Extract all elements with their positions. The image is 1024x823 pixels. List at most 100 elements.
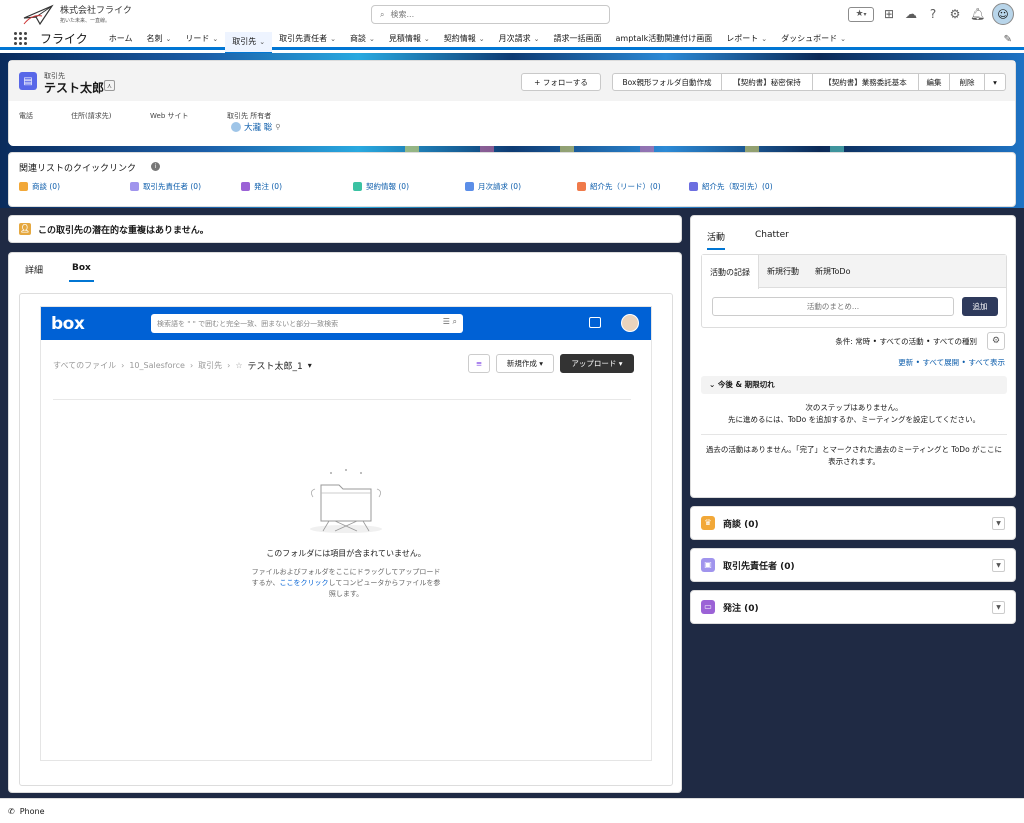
chevron-down-icon[interactable]: ▼ — [992, 601, 1005, 614]
app-launcher-icon[interactable] — [14, 31, 28, 46]
chevron-down-icon[interactable]: ⌄ — [166, 35, 172, 43]
quick-link-6[interactable]: 紹介先（取引先）(0) — [689, 181, 773, 192]
sidebar-toggle-icon[interactable] — [589, 317, 601, 328]
global-header: 株式会社フライク 拓いた未来、一直線。 ⌕ 検索... ★ ▾ ⊞ ☁ ? ⚙ 🔔… — [0, 0, 1024, 30]
new-button[interactable]: 新規作成 ▾ — [496, 354, 554, 373]
chevron-down-icon[interactable]: ⌄ — [840, 35, 846, 43]
tab-new-todo[interactable]: 新規ToDo — [807, 255, 858, 288]
box-search-placeholder: 検索語を " " で囲むと完全一致、囲まないと部分一致検索 — [157, 319, 339, 328]
plus-icon[interactable]: ⊞ — [882, 7, 896, 21]
quick-links-title: 関連リストのクイックリンク — [19, 164, 137, 174]
more-actions-button[interactable]: ▾ — [984, 73, 1006, 91]
chevron-down-icon[interactable]: ⌄ — [761, 35, 767, 43]
quick-link-4[interactable]: 月次請求 (0) — [465, 181, 521, 192]
favorites-button[interactable]: ★ ▾ — [848, 6, 874, 22]
follow-button[interactable]: + フォローする — [521, 73, 601, 91]
phone-utility-label[interactable]: Phone — [20, 807, 45, 816]
chevron-down-icon[interactable]: ⌄ — [369, 35, 375, 43]
nav-item-11[interactable]: レポート ⌄ — [719, 29, 774, 49]
tab-activity[interactable]: 活動 — [707, 230, 726, 250]
owner-field-label: 取引先 所有者 — [227, 112, 272, 120]
edit-nav-icon[interactable]: ✎ — [1004, 34, 1012, 45]
nav-item-1[interactable]: 名刺 ⌄ — [140, 29, 179, 49]
search-icon[interactable]: ☰ ⌕ — [443, 317, 457, 327]
box-search-input[interactable]: 検索語を " " で囲むと完全一致、囲まないと部分一致検索 ☰ ⌕ — [151, 314, 463, 333]
no-next-steps: 次のステップはありません。 先に進めるには、ToDo を追加するか、ミーティングを… — [701, 402, 1007, 426]
chevron-down-icon[interactable]: ⌄ — [424, 35, 430, 43]
related-object-icon — [19, 182, 28, 191]
chevron-down-icon[interactable]: ▼ — [992, 517, 1005, 530]
quick-link-label: 月次請求 (0) — [478, 182, 522, 191]
edit-button[interactable]: 編集 — [918, 73, 950, 91]
company-logo[interactable]: 株式会社フライク 拓いた未来、一直線。 — [22, 4, 132, 26]
chevron-down-icon[interactable]: ⌄ — [534, 35, 540, 43]
filter-gear-icon[interactable]: ⚙ — [987, 332, 1005, 350]
hierarchy-icon[interactable]: ⋏ — [104, 80, 115, 91]
nav-item-2[interactable]: リード ⌄ — [178, 29, 225, 49]
related-title[interactable]: 発注 (0) — [723, 601, 759, 614]
nav-item-5[interactable]: 商談 ⌄ — [343, 29, 382, 49]
nav-item-6[interactable]: 見積情報 ⌄ — [382, 29, 437, 49]
new-label: 新規作成 — [506, 359, 537, 368]
nav-item-7[interactable]: 契約情報 ⌄ — [437, 29, 492, 49]
record-header: ▤ 取引先 テスト太郎 ⋏ + フォローする Box親形フォルダ自動作成 【契約… — [8, 60, 1016, 146]
address-field-label: 住所(請求先) — [71, 112, 112, 120]
chevron-down-icon[interactable]: ▼ — [992, 559, 1005, 572]
change-owner-icon[interactable]: ⚲ — [275, 123, 280, 131]
chevron-down-icon[interactable]: ⌄ — [212, 35, 218, 43]
quick-link-2[interactable]: 発注 (0) — [241, 181, 282, 192]
quick-link-5[interactable]: 紹介先（リード）(0) — [577, 181, 661, 192]
chevron-down-icon[interactable]: ⌄ — [330, 35, 336, 43]
breadcrumb-salesforce[interactable]: 10_Salesforce — [129, 361, 185, 370]
related-list-contacts: ▣ 取引先責任者 (0) ▼ — [690, 548, 1016, 582]
related-title[interactable]: 商談 (0) — [723, 517, 759, 530]
box-folder-button[interactable]: Box親形フォルダ自動作成 — [612, 73, 722, 91]
activity-summary-input[interactable]: 活動のまとめ... — [712, 297, 954, 316]
star-icon[interactable]: ☆ — [235, 361, 242, 370]
nav-item-9[interactable]: 請求一括画面 — [547, 29, 609, 49]
chevron-down-icon[interactable]: ⌄ — [479, 35, 485, 43]
box-user-avatar[interactable] — [621, 314, 639, 332]
timeline-links[interactable]: 更新 • すべて展開 • すべて表示 — [898, 357, 1005, 368]
service-contract-button[interactable]: 【契約書】業務委託基本 — [812, 73, 919, 91]
user-avatar[interactable]: ☺ — [992, 3, 1014, 25]
tab-chatter[interactable]: Chatter — [755, 230, 789, 250]
nav-item-0[interactable]: ホーム — [102, 29, 140, 49]
edit-metadata-icon[interactable]: ≡ — [468, 354, 490, 373]
chevron-down-icon[interactable]: ⌄ — [259, 38, 265, 46]
nav-item-4[interactable]: 取引先責任者 ⌄ — [272, 29, 343, 49]
current-folder-name[interactable]: テスト太郎_1 — [248, 359, 303, 372]
empty-title: このフォルダには項目が含まれていません。 — [266, 549, 426, 558]
related-title[interactable]: 取引先責任者 (0) — [723, 559, 795, 572]
breadcrumb-account[interactable]: 取引先 — [198, 360, 222, 371]
nav-item-3[interactable]: 取引先 ⌄ — [225, 31, 273, 55]
quick-link-1[interactable]: 取引先責任者 (0) — [130, 181, 201, 192]
nav-item-8[interactable]: 月次請求 ⌄ — [492, 29, 547, 49]
upload-button[interactable]: アップロード ▾ — [560, 354, 634, 373]
delete-button[interactable]: 削除 — [949, 73, 985, 91]
quick-link-0[interactable]: 商談 (0) — [19, 181, 60, 192]
add-button[interactable]: 追加 — [962, 297, 998, 316]
box-logo: box — [51, 314, 85, 334]
nav-item-10[interactable]: amptalk活動関連付け画面 — [609, 29, 720, 49]
owner-link[interactable]: 大瀧 聡 ⚲ — [231, 121, 280, 133]
click-here-link[interactable]: ここをクリック — [280, 579, 329, 587]
owner-avatar — [231, 122, 241, 132]
global-search[interactable]: ⌕ 検索... — [371, 5, 610, 24]
trailhead-icon[interactable]: ☁ — [904, 7, 918, 21]
tab-detail[interactable]: 詳細 — [25, 263, 43, 282]
tab-new-event[interactable]: 新規行動 — [759, 255, 807, 288]
phone-icon[interactable]: ✆ — [8, 807, 15, 816]
quick-link-3[interactable]: 契約情報 (0) — [353, 181, 409, 192]
nda-contract-button[interactable]: 【契約書】秘密保持 — [721, 73, 813, 91]
tab-box[interactable]: Box — [69, 263, 94, 282]
nav-item-12[interactable]: ダッシュボード ⌄ — [774, 29, 853, 49]
tab-log-activity[interactable]: 活動の記録 — [702, 255, 759, 289]
gear-icon[interactable]: ⚙ — [948, 7, 962, 21]
star-icon: ★ — [855, 9, 864, 19]
breadcrumb-all-files[interactable]: すべてのファイル — [53, 360, 116, 371]
bell-icon[interactable]: 🔔︎ — [970, 7, 985, 21]
help-icon[interactable]: ? — [926, 7, 940, 21]
upcoming-overdue-section[interactable]: ⌄ 今後 & 期限切れ — [701, 376, 1007, 394]
next-step-msg-2: 先に進めるには、ToDo を追加するか、ミーティングを設定してください。 — [727, 415, 981, 424]
